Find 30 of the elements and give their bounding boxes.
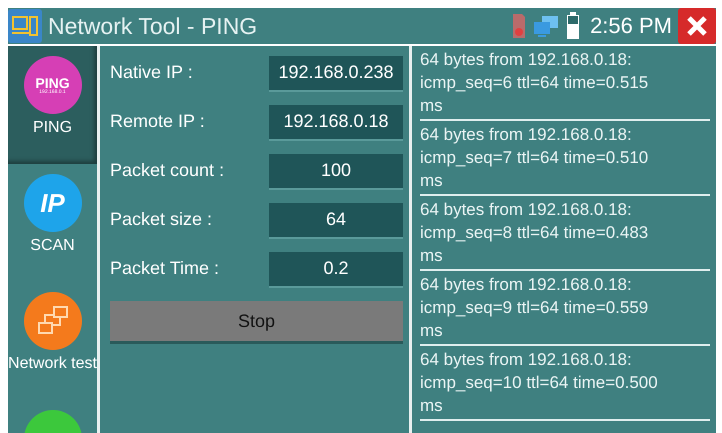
log-entry: 64 bytes from 192.168.0.18: icmp_seq=10 ttl=64 time=0.500 ms <box>420 348 710 421</box>
log-entry: 64 bytes from 192.168.0.18: icmp_seq=7 ttl=64 time=0.510 ms <box>420 123 710 196</box>
sidebar-item[interactable]: IP SCAN <box>8 164 97 282</box>
log-entry: 64 bytes from 192.168.0.18: icmp_seq=6 ttl=64 time=0.515 ms <box>420 48 710 121</box>
log-entry: 64 bytes from 192.168.0.18: icmp_seq=8 ttl=64 time=0.483 ms <box>420 198 710 271</box>
input-field[interactable]: 192.168.0.238 <box>269 56 403 90</box>
input-field[interactable]: 64 <box>269 202 403 236</box>
sidebar-label: SCAN <box>30 236 75 256</box>
input-field[interactable]: 100 <box>269 154 403 188</box>
sd-card-icon <box>512 13 526 39</box>
field-label: Remote IP : <box>110 111 205 132</box>
sidebar-label: Network test <box>8 354 97 374</box>
sidebar-item[interactable]: Network test <box>8 282 97 400</box>
log-entry: 64 bytes from 192.168.0.18: icmp_seq=9 ttl=64 time=0.559 ms <box>420 273 710 346</box>
close-icon <box>685 14 709 38</box>
close-button[interactable] <box>678 8 716 44</box>
field-label: Packet count : <box>110 160 224 181</box>
clock-time: 2:56 PM <box>590 13 672 39</box>
input-field[interactable]: 0.2 <box>269 252 403 286</box>
field-label: Native IP : <box>110 62 193 83</box>
input-field[interactable]: 192.168.0.18 <box>269 104 403 138</box>
ip-logo-icon: IP <box>24 174 82 232</box>
battery-icon <box>566 12 580 40</box>
field-label: Packet Time : <box>110 258 220 279</box>
network-icon <box>532 14 560 38</box>
sidebar-label: PING <box>32 118 72 138</box>
stop-button[interactable]: Stop <box>110 301 403 341</box>
app-icon <box>8 9 42 43</box>
field-label: Packet size : <box>110 209 212 230</box>
window-title: Network Tool - PING <box>48 12 258 40</box>
